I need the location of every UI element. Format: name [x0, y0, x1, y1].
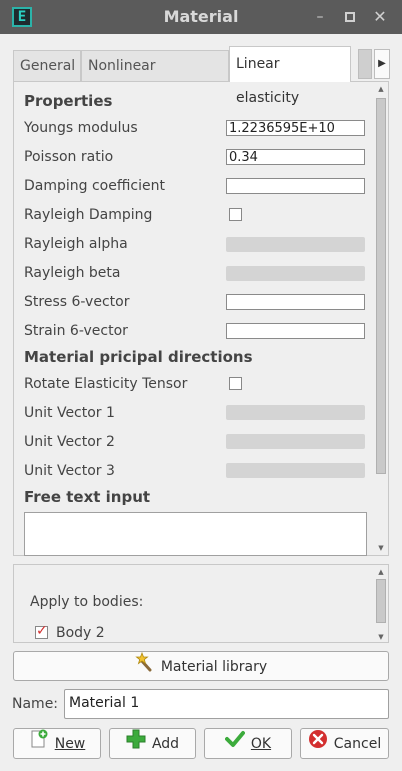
free-text-input[interactable]	[24, 512, 367, 556]
rayleigh-beta-label: Rayleigh beta	[24, 265, 121, 281]
strain-vector-input[interactable]	[226, 323, 365, 339]
youngs-modulus-input[interactable]: 1.2236595E+10	[226, 120, 365, 136]
unit-vector-3-label: Unit Vector 3	[24, 463, 115, 479]
rayleigh-alpha-input	[226, 237, 365, 252]
name-input[interactable]: Material 1	[64, 689, 389, 719]
scroll-down-icon[interactable]: ▼	[375, 543, 387, 553]
bodies-scrollbar[interactable]: ▲ ▼	[375, 567, 387, 642]
plus-icon	[126, 729, 146, 760]
material-dialog: E Material – ✕ General Nonlinear elastic…	[0, 0, 402, 771]
rayleigh-damping-checkbox[interactable]	[229, 208, 242, 221]
rotate-tensor-label: Rotate Elasticity Tensor	[24, 376, 188, 392]
body-2-checkbox[interactable]: ✓	[35, 623, 48, 639]
cancel-button-label: Cancel	[333, 736, 382, 752]
checkmark-icon	[224, 729, 245, 760]
close-icon[interactable]: ✕	[370, 7, 390, 27]
rayleigh-beta-input	[226, 266, 365, 281]
rayleigh-damping-label: Rayleigh Damping	[24, 207, 153, 223]
tab-bar: General Nonlinear elasticity Linear elas…	[13, 46, 390, 106]
poisson-ratio-input[interactable]: 0.34	[226, 149, 365, 165]
name-label: Name:	[12, 696, 59, 712]
properties-heading: Properties	[24, 92, 113, 110]
body-2-label: Body 2	[56, 625, 105, 641]
cancel-icon	[308, 729, 328, 760]
new-button[interactable]: New	[13, 728, 101, 759]
stress-vector-input[interactable]	[226, 294, 365, 310]
damping-coefficient-label: Damping coefficient	[24, 178, 165, 194]
apply-bodies-panel: Apply to bodies: ✓ Body 2 ▲ ▼	[13, 564, 389, 643]
magic-wand-icon	[135, 651, 155, 682]
free-text-heading: Free text input	[24, 488, 151, 506]
ok-button[interactable]: OK	[204, 728, 292, 759]
tab-scroll-right-button[interactable]: ▶	[374, 49, 390, 79]
unit-vector-1-input	[226, 405, 365, 420]
youngs-modulus-label: Youngs modulus	[24, 120, 138, 136]
scroll-up-icon[interactable]: ▲	[375, 84, 387, 94]
new-button-label: New	[54, 736, 86, 752]
unit-vector-2-label: Unit Vector 2	[24, 434, 115, 450]
properties-panel: Properties Youngs modulus 1.2236595E+10 …	[13, 81, 389, 556]
material-library-button[interactable]: Material library	[13, 651, 389, 681]
scroll-up-icon[interactable]: ▲	[375, 567, 387, 577]
strain-vector-label: Strain 6-vector	[24, 323, 128, 339]
rotate-tensor-checkbox[interactable]	[229, 377, 242, 390]
properties-scrollbar[interactable]: ▲ ▼	[375, 84, 387, 553]
scrollbar-thumb[interactable]	[376, 98, 386, 474]
poisson-ratio-label: Poisson ratio	[24, 149, 114, 165]
rayleigh-alpha-label: Rayleigh alpha	[24, 236, 128, 252]
minimize-icon[interactable]: –	[310, 7, 330, 27]
directions-heading: Material pricipal directions	[24, 348, 253, 366]
material-library-label: Material library	[160, 659, 268, 675]
stress-vector-label: Stress 6-vector	[24, 294, 130, 310]
tab-linear-elasticity[interactable]: Linear elasticity	[229, 46, 351, 106]
apply-to-bodies-label: Apply to bodies:	[30, 594, 144, 610]
new-document-icon	[29, 729, 49, 760]
cancel-button[interactable]: Cancel	[300, 728, 389, 759]
unit-vector-3-input	[226, 463, 365, 478]
tab-general[interactable]: General	[13, 50, 81, 81]
add-button[interactable]: Add	[109, 728, 196, 759]
tab-scroll-left-button[interactable]	[358, 49, 372, 79]
add-button-label: Add	[151, 736, 180, 752]
scroll-down-icon[interactable]: ▼	[375, 632, 387, 642]
ok-button-label: OK	[250, 736, 272, 752]
unit-vector-2-input	[226, 434, 365, 449]
maximize-icon[interactable]	[340, 7, 360, 27]
chevron-right-icon: ▶	[378, 58, 386, 69]
checkmark-icon: ✓	[36, 623, 48, 639]
scrollbar-thumb[interactable]	[376, 579, 386, 623]
damping-coefficient-input[interactable]	[226, 178, 365, 194]
tab-nonlinear-elasticity[interactable]: Nonlinear elasticity	[81, 50, 229, 104]
title-bar[interactable]: E Material – ✕	[0, 0, 402, 34]
unit-vector-1-label: Unit Vector 1	[24, 405, 115, 421]
